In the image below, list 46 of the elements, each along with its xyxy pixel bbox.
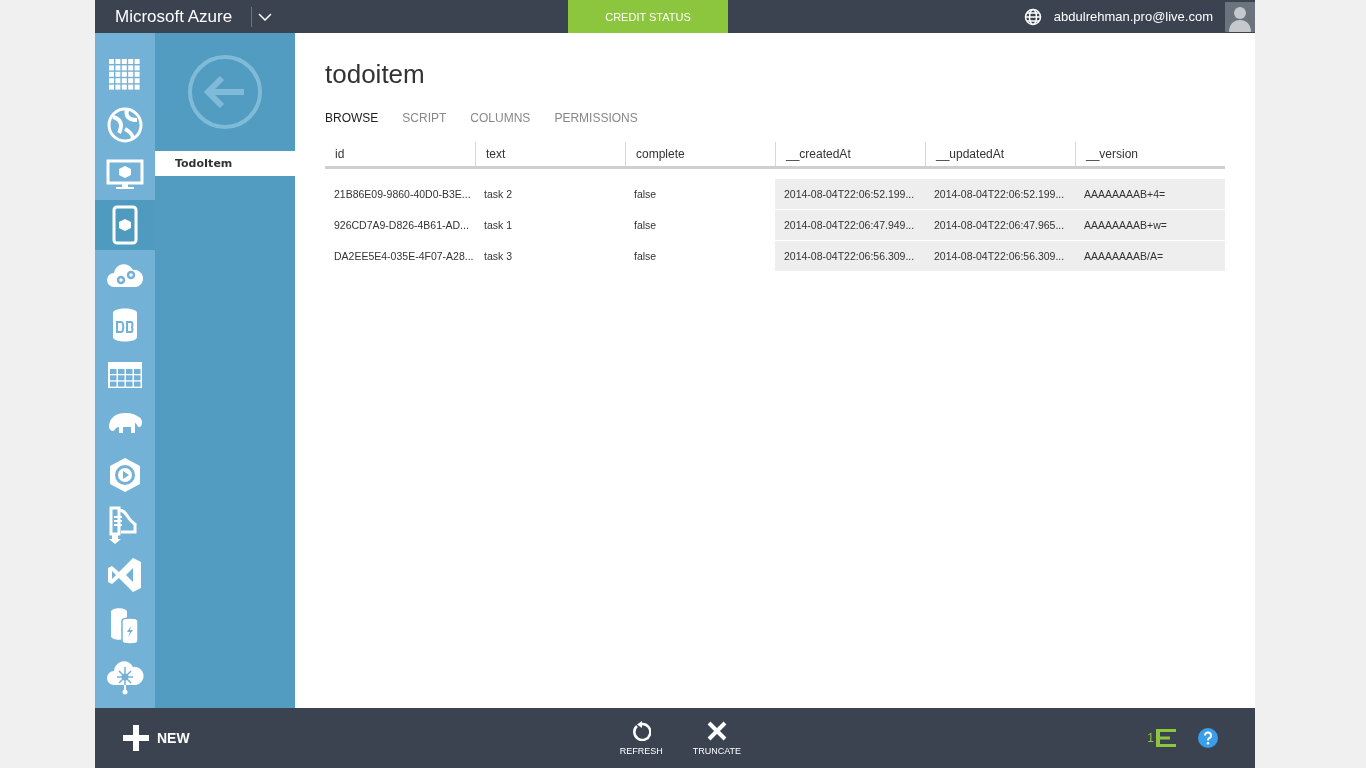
globe-network-icon: [105, 105, 145, 145]
column-header[interactable]: id: [325, 142, 475, 166]
table-cell-text: DA2EE5E4-035E-4F07-A28...: [333, 249, 475, 264]
column-header[interactable]: __version: [1075, 142, 1225, 166]
refresh-button[interactable]: REFRESH: [619, 720, 663, 756]
truncate-button[interactable]: TRUNCATE: [692, 720, 742, 756]
table-cell: AAAAAAAAB+w=: [1075, 210, 1225, 240]
column-header[interactable]: text: [475, 142, 625, 166]
plus-icon: [123, 725, 149, 751]
table-cell-text: task 1: [483, 218, 513, 233]
table-cell: 2014-08-04T22:06:47.949...: [775, 210, 925, 240]
table-cell-text: false: [633, 218, 658, 233]
new-button[interactable]: NEW: [123, 725, 190, 751]
avatar-icon[interactable]: [1225, 1, 1255, 32]
table-cell: 2014-08-04T22:06:56.309...: [925, 241, 1075, 271]
help-icon[interactable]: [1198, 728, 1218, 748]
table-cell-text: 21B86E09-9860-40D0-B3E...: [333, 187, 472, 202]
tab[interactable]: SCRIPT: [402, 111, 447, 127]
table-cell: 2014-08-04T22:06:52.199...: [775, 179, 925, 209]
table-cell-text: task 2: [483, 187, 513, 202]
tab[interactable]: COLUMNS: [470, 111, 531, 127]
table-cell-text: task 3: [483, 249, 513, 264]
table-cell: AAAAAAAAB/A=: [1075, 241, 1225, 271]
chevron-down-icon[interactable]: [258, 12, 273, 21]
close-icon: [706, 720, 727, 741]
table-cell: 2014-08-04T22:06:56.309...: [775, 241, 925, 271]
table-cell: 2014-08-04T22:06:47.965...: [925, 210, 1075, 240]
tab[interactable]: PERMISSIONS: [554, 111, 638, 127]
refresh-icon: [631, 720, 652, 741]
notification-count[interactable]: 1: [1147, 731, 1154, 745]
globe-icon[interactable]: [1023, 7, 1042, 26]
column-header[interactable]: __createdAt: [775, 142, 925, 166]
user-email[interactable]: abdulrehman.pro@live.com: [1053, 9, 1213, 24]
table-cell-text: 926CD7A9-D826-4B61-AD...: [333, 218, 470, 233]
table-cell-text: false: [633, 187, 658, 202]
table-cell: 2014-08-04T22:06:52.199...: [925, 179, 1075, 209]
page-title: todoitem: [325, 59, 426, 91]
table-cell: AAAAAAAAB+4=: [1075, 179, 1225, 209]
brand-title: Microsoft Azure: [115, 6, 233, 27]
tab[interactable]: BROWSE: [325, 111, 379, 127]
rail-item[interactable]: [95, 200, 155, 250]
list-icon[interactable]: [1156, 729, 1176, 747]
column-header[interactable]: complete: [625, 142, 775, 166]
nav-item[interactable]: TodoItem: [155, 151, 295, 176]
column-header[interactable]: __updatedAt: [925, 142, 1075, 166]
table-cell-text: false: [633, 249, 658, 264]
